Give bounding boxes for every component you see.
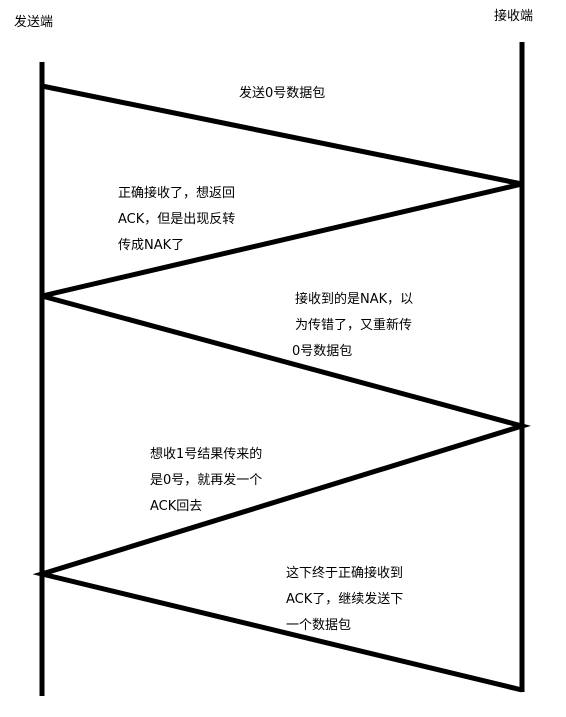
message-2-note-line: 接收到的是NAK，以 — [295, 292, 414, 307]
message-4-note-line: ACK了，继续发送下 — [286, 592, 404, 607]
message-2-note-line: 为传错了，又重新传 — [295, 318, 413, 333]
message-3-note-line: ACK回去 — [150, 499, 203, 514]
message-arrows — [32, 83, 531, 693]
message-1-note-line: 正确接收了，想返回 — [118, 186, 236, 201]
message-4-note-line: 一个数据包 — [286, 618, 352, 633]
message-1-note-line: ACK，但是出现反转 — [118, 212, 236, 227]
sender-label: 发送端 — [14, 15, 54, 30]
message-3-note-line: 是0号，就再发一个 — [150, 473, 263, 488]
message-2-note-line: 0号数据包 — [292, 344, 353, 359]
receiver-label: 接收端 — [494, 9, 534, 24]
message-3-note-line: 想收1号结果传来的 — [150, 447, 263, 462]
message-1-note-line: 传成NAK了 — [118, 238, 185, 253]
message-4-note-line: 这下终于正确接收到 — [286, 566, 404, 581]
diagram-lines — [32, 42, 531, 696]
message-0-note: 发送0号数据包 — [239, 86, 326, 101]
sequence-diagram: 发送端 接收端 发送0号数据包 正确接收了，想返回 ACK，但是出现反转 传成N… — [0, 0, 566, 717]
